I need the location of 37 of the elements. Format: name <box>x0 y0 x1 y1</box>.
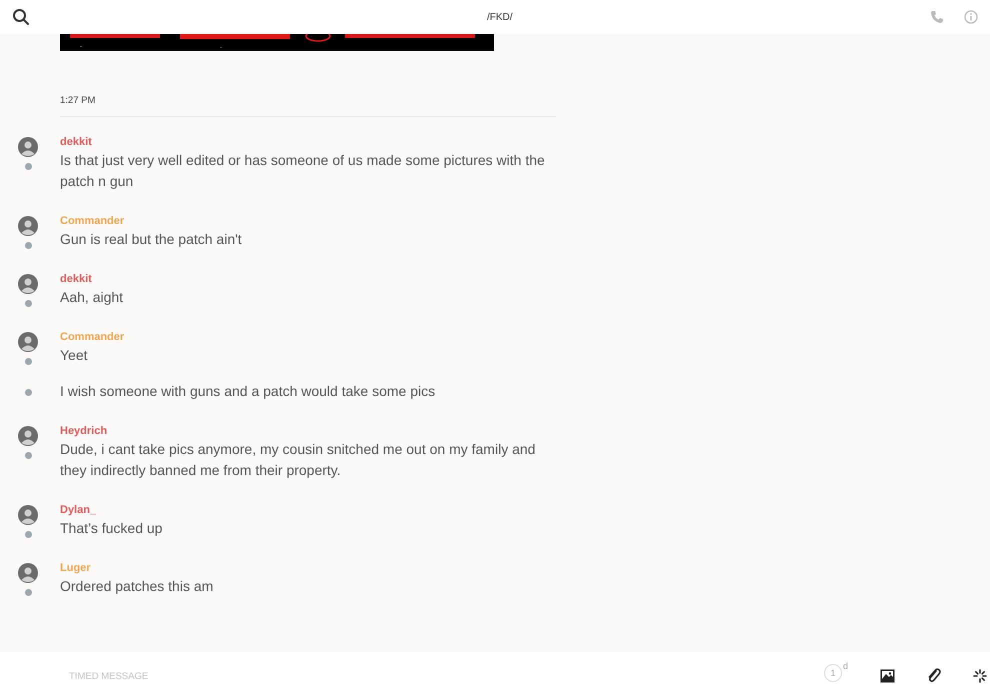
timestamp: 1:27 PM <box>60 95 96 106</box>
message-text: Aah, aight <box>60 288 124 307</box>
status-dot <box>24 452 32 459</box>
status-dot <box>24 389 32 396</box>
status-dot <box>24 300 32 307</box>
avatar[interactable] <box>18 426 38 446</box>
message-text: Yeet <box>60 346 89 365</box>
avatar[interactable] <box>18 505 38 525</box>
author-name[interactable]: dekkit <box>60 271 560 287</box>
spinner-icon[interactable] <box>973 669 987 683</box>
message-input[interactable]: TIMED MESSAGE <box>67 670 371 682</box>
status-dot <box>24 163 32 170</box>
status-dot <box>24 531 32 538</box>
message-text: Dude, i cant take pics anymore, my cousin snitched me out on my family and they indirectly banned me from their property. <box>60 440 536 480</box>
avatar[interactable] <box>18 563 38 583</box>
avatar[interactable] <box>18 332 38 352</box>
message-text: I wish someone with guns and a patch would take some pics <box>60 382 436 401</box>
status-dot <box>24 589 32 596</box>
avatar[interactable] <box>18 274 38 294</box>
avatar[interactable] <box>18 137 38 157</box>
author-name[interactable]: Commander <box>60 329 560 345</box>
message-text: Ordered patches this am <box>60 577 214 596</box>
message-text: That’s fucked up <box>60 519 164 538</box>
paperclip-icon[interactable] <box>927 668 941 684</box>
author-name[interactable]: Commander <box>60 213 560 229</box>
status-dot <box>24 358 32 365</box>
message-text: Gun is real but the patch ain't <box>60 230 243 249</box>
author-name[interactable]: Luger <box>60 560 560 576</box>
status-dot <box>24 242 32 249</box>
author-name[interactable]: Heydrich <box>60 423 560 439</box>
avatar[interactable] <box>18 216 38 236</box>
author-name[interactable]: dekkit <box>60 134 560 150</box>
image-icon[interactable] <box>880 669 895 683</box>
author-name[interactable]: Dylan_ <box>60 502 560 518</box>
search-icon[interactable] <box>12 8 30 26</box>
channel-title: /FKD/ <box>487 12 513 22</box>
message-text: Is that just very well edited or has someone of us made some pictures with the patch n gun <box>60 151 546 191</box>
